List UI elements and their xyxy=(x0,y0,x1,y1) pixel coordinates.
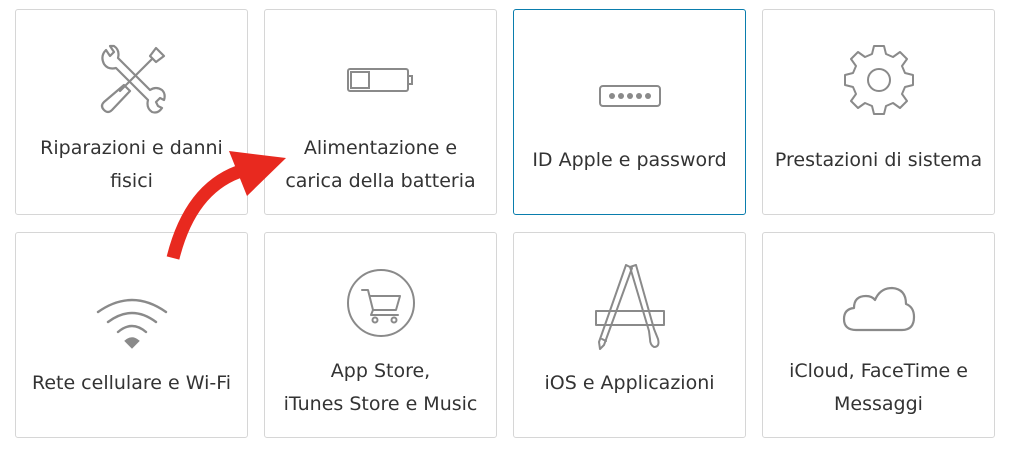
tile-icloud-facetime[interactable]: iCloud, FaceTime e Messaggi xyxy=(762,232,995,438)
tile-label: App Store, iTunes Store e Music xyxy=(283,360,478,415)
tile-battery[interactable]: Alimentazione e carica della batteria xyxy=(264,9,497,215)
tile-label: iCloud, FaceTime e Messaggi xyxy=(789,360,968,415)
tile-apple-id[interactable]: ID Apple e password xyxy=(513,9,746,215)
tile-label: Prestazioni di sistema xyxy=(774,149,983,171)
tile-system-performance[interactable]: Prestazioni di sistema xyxy=(762,9,995,215)
wifi-icon xyxy=(16,285,247,361)
tile-label: Riparazioni e danni fisici xyxy=(40,137,223,192)
tile-label: Alimentazione e carica della batteria xyxy=(285,137,476,192)
cloud-icon xyxy=(763,271,994,347)
password-dots-icon xyxy=(514,58,745,134)
wrench-screwdriver-icon xyxy=(16,42,247,118)
battery-icon xyxy=(265,42,496,118)
tile-ios-apps[interactable]: iOS e Applicazioni xyxy=(513,232,746,438)
shopping-cart-icon xyxy=(265,265,496,341)
tile-label: Rete cellulare e Wi-Fi xyxy=(31,372,232,394)
tile-cellular-wifi[interactable]: Rete cellulare e Wi-Fi xyxy=(15,232,248,438)
tile-label: iOS e Applicazioni xyxy=(544,372,715,394)
gear-icon xyxy=(763,42,994,118)
app-store-icon xyxy=(514,255,745,355)
tile-repairs[interactable]: Riparazioni e danni fisici xyxy=(15,9,248,215)
tile-label: ID Apple e password xyxy=(532,149,727,171)
tile-app-store-itunes[interactable]: App Store, iTunes Store e Music xyxy=(264,232,497,438)
